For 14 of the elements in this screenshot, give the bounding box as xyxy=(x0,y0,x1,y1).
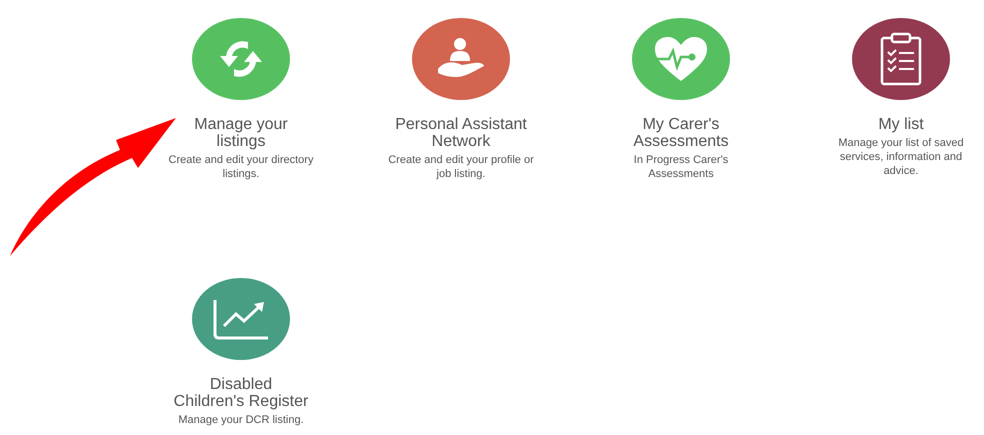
tile-title-link[interactable]: My list xyxy=(834,116,968,133)
tile-description: Create and edit your directory listings. xyxy=(168,153,314,181)
tile-description: Manage your DCR listing. xyxy=(177,413,305,427)
tile-title-link[interactable]: My Carer's Assessments xyxy=(614,116,748,150)
tile-title-link[interactable]: Manage your listings xyxy=(174,116,308,150)
tile-title-link[interactable]: Personal Assistant Network xyxy=(394,116,528,150)
sync-icon xyxy=(218,38,264,80)
clipboard-checklist-icon xyxy=(879,32,923,86)
tile-title-link[interactable]: Disabled Children's Register xyxy=(174,376,308,410)
tile-description: Create and edit your profile or job listing. xyxy=(387,153,535,181)
line-chart-icon xyxy=(212,298,270,340)
heartbeat-icon xyxy=(653,35,709,83)
tile-description: Manage your list of saved services, information and advice. xyxy=(837,136,965,178)
tile-description: In Progress Carer's Assessments xyxy=(632,153,730,181)
